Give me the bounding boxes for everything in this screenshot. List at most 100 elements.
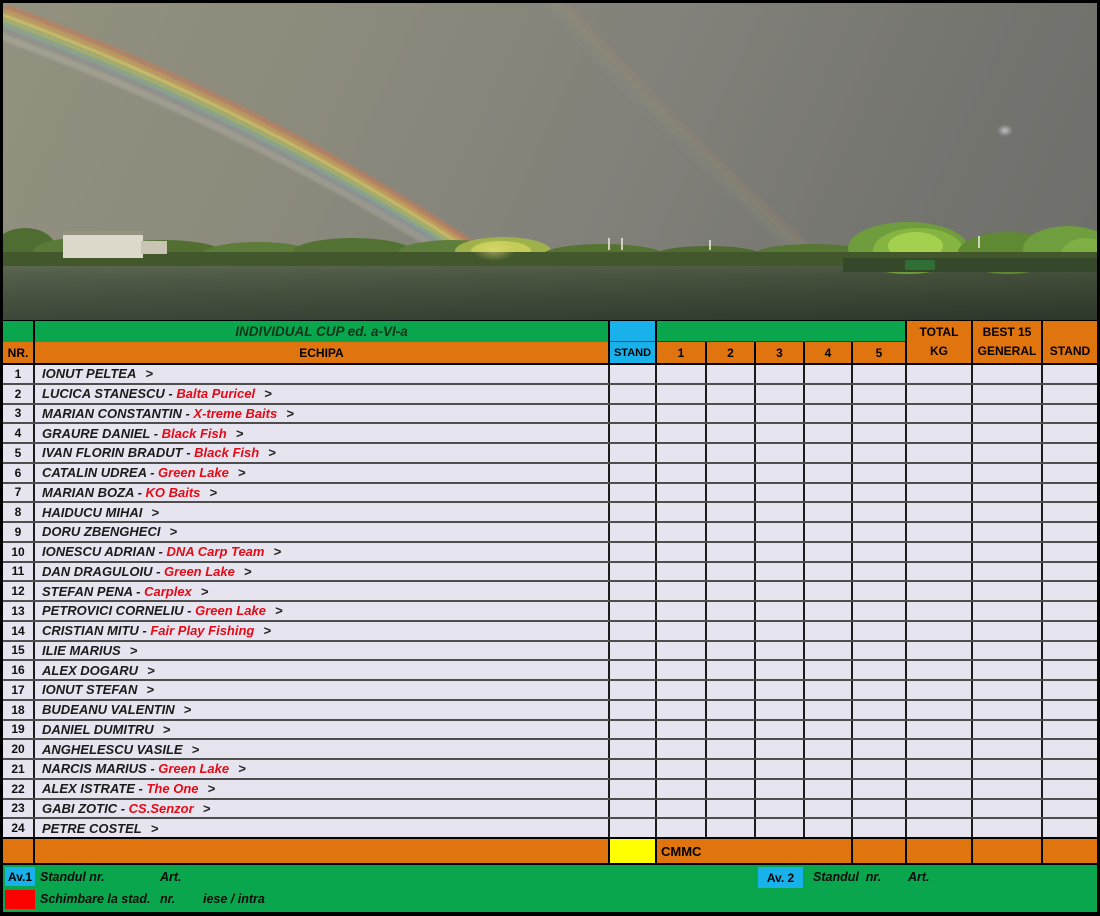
day-5-cell[interactable] [853,563,907,581]
competitor-name-cell[interactable]: CATALIN UDREA - Green Lake> [35,464,610,482]
row-number-cell[interactable]: 12 [3,582,35,600]
summary-day5-cell[interactable] [853,839,907,863]
day-5-cell[interactable] [853,503,907,521]
day-1-cell[interactable] [657,563,707,581]
general-cell[interactable] [973,444,1043,462]
day-1-cell[interactable] [657,819,707,837]
day-1-cell[interactable] [657,503,707,521]
day-4-cell[interactable] [805,780,853,798]
row-number-cell[interactable]: 24 [3,819,35,837]
day-4-cell[interactable] [805,444,853,462]
stand-cell[interactable] [610,365,657,383]
row-number-cell[interactable]: 2 [3,385,35,403]
day-4-cell[interactable] [805,602,853,620]
competitor-name-cell[interactable]: CRISTIAN MITU - Fair Play Fishing> [35,622,610,640]
competitor-name-cell[interactable]: STEFAN PENA - Carplex> [35,582,610,600]
stand-final-cell[interactable] [1043,760,1097,778]
row-number-cell[interactable]: 6 [3,464,35,482]
day-5-cell[interactable] [853,602,907,620]
day-3-cell[interactable] [756,365,805,383]
day-4-cell[interactable] [805,563,853,581]
av1-badge[interactable]: Av.1 [5,867,35,886]
row-number-cell[interactable]: 8 [3,503,35,521]
cmmc-cell[interactable]: CMMC [657,839,853,863]
stand-final-cell[interactable] [1043,721,1097,739]
competitor-name-cell[interactable]: GABI ZOTIC - CS.Senzor> [35,800,610,818]
day-5-cell[interactable] [853,780,907,798]
stand-cell[interactable] [610,582,657,600]
stand-final-cell[interactable] [1043,405,1097,423]
header-col-stand[interactable]: STAND [610,321,657,363]
day-4-cell[interactable] [805,365,853,383]
total-kg-cell[interactable] [907,563,973,581]
competitor-name-cell[interactable]: IONUT PELTEA> [35,365,610,383]
row-number-cell[interactable]: 20 [3,740,35,758]
stand-cell[interactable] [610,661,657,679]
general-cell[interactable] [973,405,1043,423]
stand-cell[interactable] [610,602,657,620]
row-number-cell[interactable]: 22 [3,780,35,798]
day-1-cell[interactable] [657,760,707,778]
day-1-cell[interactable] [657,721,707,739]
stand-cell[interactable] [610,721,657,739]
day-4-cell[interactable] [805,740,853,758]
day-5-cell[interactable] [853,523,907,541]
day-1-cell[interactable] [657,661,707,679]
stand-cell[interactable] [610,563,657,581]
day-3-cell[interactable] [756,721,805,739]
stand-cell[interactable] [610,503,657,521]
day-4-cell[interactable] [805,721,853,739]
general-cell[interactable] [973,385,1043,403]
stand-cell[interactable] [610,484,657,502]
row-number-cell[interactable]: 4 [3,424,35,442]
stand-final-cell[interactable] [1043,602,1097,620]
general-cell[interactable] [973,424,1043,442]
day-3-cell[interactable] [756,780,805,798]
day-5-cell[interactable] [853,385,907,403]
day-3-cell[interactable] [756,484,805,502]
day-2-cell[interactable] [707,523,756,541]
day-4-cell[interactable] [805,424,853,442]
day-2-cell[interactable] [707,760,756,778]
general-cell[interactable] [973,800,1043,818]
row-number-cell[interactable]: 5 [3,444,35,462]
general-cell[interactable] [973,642,1043,660]
competitor-name-cell[interactable]: HAIDUCU MIHAI> [35,503,610,521]
stand-cell[interactable] [610,681,657,699]
general-cell[interactable] [973,484,1043,502]
total-kg-cell[interactable] [907,503,973,521]
day-1-cell[interactable] [657,464,707,482]
day-2-cell[interactable] [707,563,756,581]
day-1-cell[interactable] [657,642,707,660]
day-2-cell[interactable] [707,365,756,383]
summary-name-cell[interactable] [35,839,610,863]
row-number-cell[interactable]: 13 [3,602,35,620]
day-4-cell[interactable] [805,819,853,837]
stand-final-cell[interactable] [1043,780,1097,798]
general-cell[interactable] [973,701,1043,719]
row-number-cell[interactable]: 1 [3,365,35,383]
day-4-cell[interactable] [805,582,853,600]
competitor-name-cell[interactable]: IVAN FLORIN BRADUT - Black Fish> [35,444,610,462]
day-4-cell[interactable] [805,385,853,403]
stand-cell[interactable] [610,405,657,423]
day-1-cell[interactable] [657,523,707,541]
competitor-name-cell[interactable]: ALEX ISTRATE - The One> [35,780,610,798]
day-1-cell[interactable] [657,405,707,423]
day-3-cell[interactable] [756,464,805,482]
header-col-nr[interactable]: NR. [3,321,35,363]
day-3-cell[interactable] [756,701,805,719]
day-2-cell[interactable] [707,602,756,620]
day-3-cell[interactable] [756,642,805,660]
day-2-cell[interactable] [707,622,756,640]
stand-final-cell[interactable] [1043,661,1097,679]
competitor-name-cell[interactable]: DORU ZBENGHECI> [35,523,610,541]
day-2-cell[interactable] [707,819,756,837]
stand-final-cell[interactable] [1043,701,1097,719]
day-1-cell[interactable] [657,365,707,383]
day-2-cell[interactable] [707,464,756,482]
day-5-cell[interactable] [853,760,907,778]
stand-final-cell[interactable] [1043,484,1097,502]
row-number-cell[interactable]: 16 [3,661,35,679]
stand-final-cell[interactable] [1043,563,1097,581]
